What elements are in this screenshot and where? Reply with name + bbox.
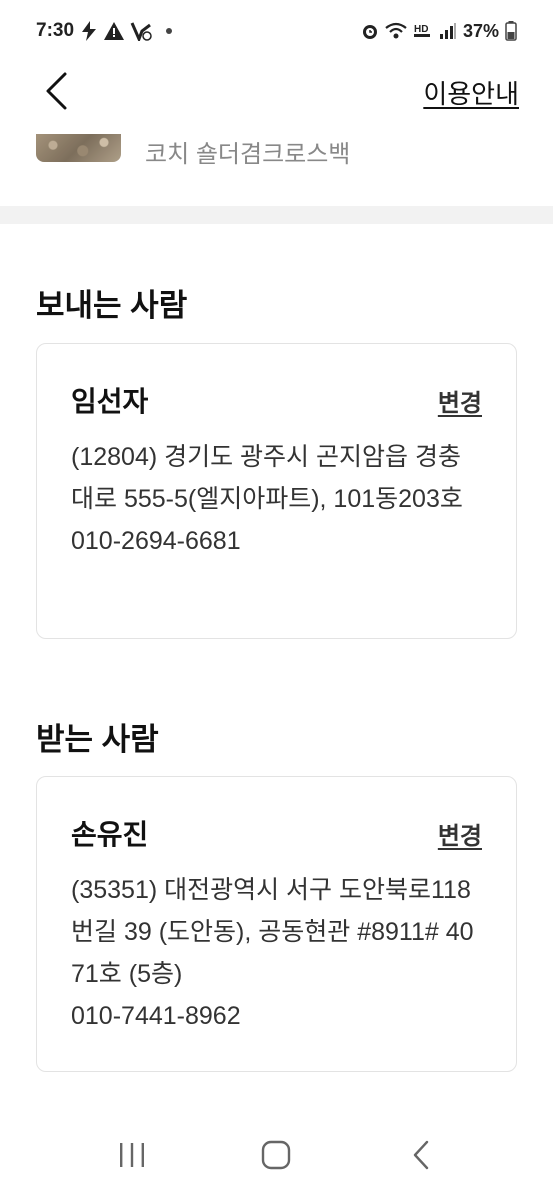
sender-section-title: 보내는 사람 (36, 288, 188, 323)
recent-apps-button[interactable] (102, 1125, 162, 1185)
usage-guide-link[interactable]: 이용안내 (423, 74, 519, 111)
home-button[interactable] (246, 1125, 306, 1185)
system-nav-bar (0, 1110, 553, 1200)
sender-address: (12804) 경기도 광주시 곤지암읍 경충대로 555-5(엘지아파트), … (71, 443, 463, 513)
receiver-change-button[interactable]: 변경 (438, 816, 482, 851)
sender-card: 임선자 변경 (12804) 경기도 광주시 곤지암읍 경충대로 555-5(엘… (36, 343, 517, 639)
warning-icon (104, 22, 125, 40)
notification-icon (130, 21, 152, 41)
signal-icon (439, 22, 457, 40)
alarm-icon (361, 22, 379, 40)
receiver-phone: 010-7441-8962 (71, 1002, 241, 1030)
receiver-card: 손유진 변경 (35351) 대전광역시 서구 도안북로118번길 39 (도안… (36, 776, 517, 1072)
sender-name: 임선자 (71, 386, 149, 417)
receiver-address: (35351) 대전광역시 서구 도안북로118번길 39 (도안동), 공동현… (71, 876, 474, 988)
app-header: 이용안내 (0, 62, 553, 120)
receiver-section-title: 받는 사람 (36, 722, 159, 757)
sender-card-header: 임선자 변경 (71, 380, 482, 420)
status-left: 7:30 (36, 20, 173, 42)
system-back-button[interactable] (391, 1125, 451, 1185)
bolt-icon (80, 21, 98, 41)
status-time: 7:30 (36, 20, 75, 41)
back-icon (413, 1140, 429, 1170)
battery-percent: 37% (462, 20, 499, 41)
wifi-icon (385, 22, 407, 40)
chevron-left-icon (46, 72, 67, 110)
section-divider (0, 206, 553, 224)
receiver-card-header: 손유진 변경 (71, 813, 482, 853)
more-notifications-dot (166, 28, 173, 34)
recent-apps-icon (120, 1143, 145, 1167)
product-name: 코치 숄더겸크로스백 (145, 141, 351, 168)
product-thumbnail (36, 134, 121, 162)
home-icon (262, 1140, 291, 1170)
receiver-name: 손유진 (71, 819, 149, 850)
product-summary: 코치 숄더겸크로스백 (0, 120, 553, 206)
battery-icon (505, 21, 517, 41)
back-button[interactable] (36, 68, 76, 114)
sender-phone: 010-2694-6681 (71, 527, 241, 555)
status-right: HD 37% (361, 21, 517, 42)
sender-change-button[interactable]: 변경 (438, 383, 482, 418)
hd-voice-icon: HD (413, 22, 433, 40)
status-bar: 7:30 HD 37% (0, 0, 553, 62)
svg-text:HD: HD (414, 24, 428, 35)
